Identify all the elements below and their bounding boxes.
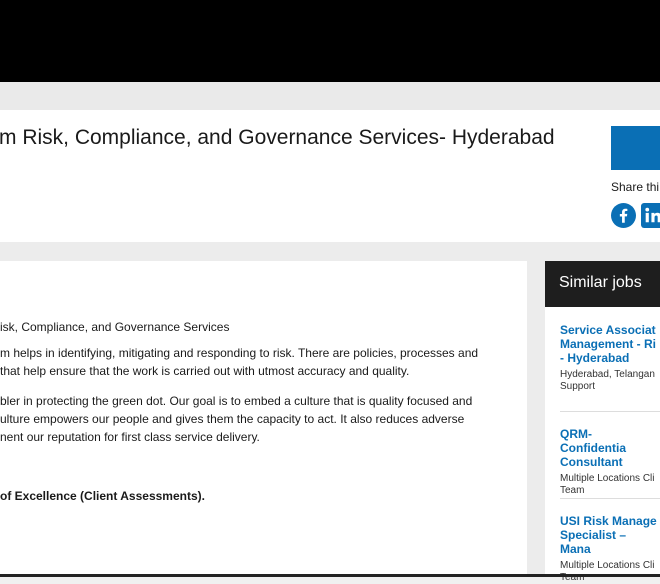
similar-job-meta: Multiple Locations Cli Team [560, 560, 655, 583]
description-line: that help ensure that the work is carrie… [0, 364, 410, 378]
similar-job-item[interactable]: QRM- Confidentia Consultant Multiple Loc… [560, 427, 660, 497]
divider [560, 411, 660, 412]
similar-job-item[interactable]: Service Associat Management - Ri - Hyder… [560, 323, 660, 393]
similar-job-title[interactable]: QRM- Confidentia Consultant [560, 427, 660, 469]
description-line: isk, Compliance, and Governance Services [0, 320, 230, 334]
similar-job-meta: Multiple Locations Cli Team [560, 473, 655, 496]
description-line: ulture empowers our people and gives the… [0, 412, 465, 426]
description-line: bler in protecting the green dot. Our go… [0, 394, 473, 408]
job-header: rm Risk, Compliance, and Governance Serv… [0, 110, 660, 242]
similar-job-title[interactable]: USI Risk Manage Specialist – Mana [560, 514, 660, 556]
apply-button[interactable] [611, 126, 660, 170]
top-navigation-bar [0, 0, 660, 82]
similar-job-title[interactable]: Service Associat Management - Ri - Hyder… [560, 323, 660, 365]
share-label: Share thi [611, 180, 660, 194]
divider [560, 498, 660, 499]
similar-jobs-header: Similar jobs [545, 261, 660, 307]
linkedin-icon[interactable] [641, 203, 660, 228]
description-paragraph: m helps in identifying, mitigating and r… [0, 344, 478, 380]
description-bold-line: of Excellence (Client Assessments). [0, 489, 205, 503]
breadcrumb-strip [0, 82, 660, 110]
facebook-icon[interactable] [611, 203, 636, 228]
description-paragraph: bler in protecting the green dot. Our go… [0, 392, 472, 446]
description-line: nent our reputation for first class serv… [0, 430, 260, 444]
similar-jobs-panel: Similar jobs Service Associat Management… [545, 261, 660, 583]
job-title: rm Risk, Compliance, and Governance Serv… [0, 126, 555, 149]
column-gutter [527, 261, 545, 577]
similar-jobs-title: Similar jobs [559, 274, 642, 291]
similar-job-meta: Hyderabad, Telangan Support [560, 369, 655, 392]
section-gap [0, 242, 660, 261]
job-description: isk, Compliance, and Governance Services… [0, 261, 527, 577]
description-line: m helps in identifying, mitigating and r… [0, 346, 479, 360]
